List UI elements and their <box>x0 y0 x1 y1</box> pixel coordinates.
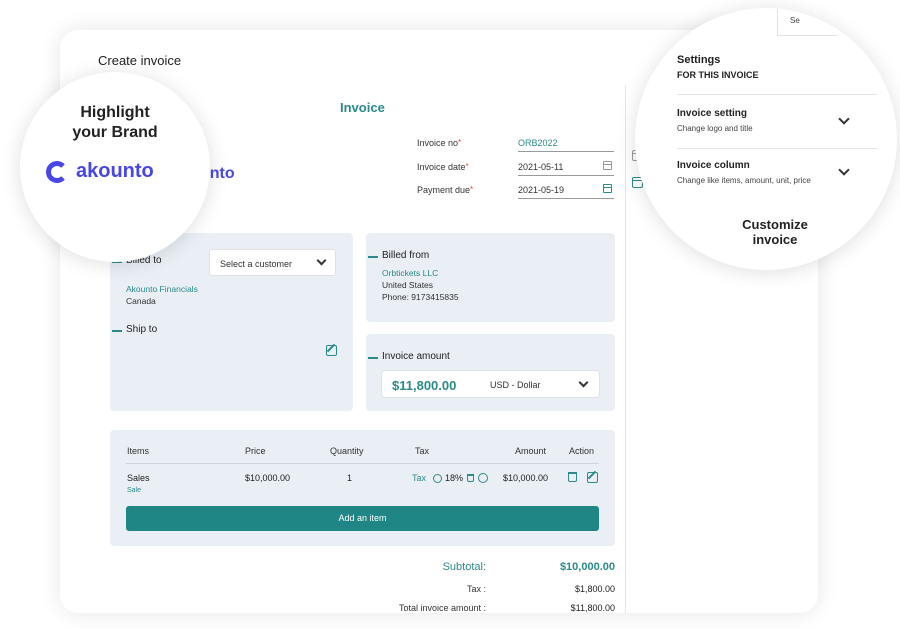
clock-icon <box>433 474 442 483</box>
brand-callout-line2: your Brand <box>72 124 158 141</box>
company-country: United States <box>382 280 434 290</box>
col-header-items: Items <box>127 446 150 456</box>
chevron-down-icon <box>578 377 589 388</box>
payment-due-label: Payment due* <box>417 185 474 195</box>
divider <box>677 148 877 149</box>
company-name[interactable]: Orbtickets LLC <box>382 267 438 279</box>
item-amount: $10,000.00 <box>503 473 549 483</box>
invoice-amount-label: Invoice amount <box>368 351 450 362</box>
payment-due-field[interactable]: 2021-05-19 <box>518 184 614 199</box>
calendar-icon[interactable] <box>603 161 612 170</box>
tax-total-value: $1,800.00 <box>574 584 615 594</box>
add-item-button[interactable]: Add an item <box>126 506 599 531</box>
delete-tax-icon[interactable] <box>467 474 474 482</box>
item-price[interactable]: $10,000.00 <box>245 473 290 483</box>
settings-subtitle: FOR THIS INVOICE <box>677 70 759 80</box>
col-header-quantity: Quantity <box>330 446 364 456</box>
customize-callout-line2: invoice <box>752 232 798 247</box>
edit-icon[interactable] <box>326 345 337 356</box>
chevron-down-icon[interactable] <box>838 113 850 125</box>
invoice-heading: Invoice <box>340 100 385 115</box>
customer-name[interactable]: Akounto Financials <box>126 283 198 295</box>
brand-callout-line1: Highlight <box>80 104 150 121</box>
invoice-no-field[interactable]: ORB2022 <box>518 138 614 152</box>
page-title: Create invoice <box>98 53 182 68</box>
customize-callout: Customize invoice <box>720 217 830 247</box>
col-header-action: Action <box>569 446 595 456</box>
invoice-setting-title: Invoice setting <box>677 108 748 119</box>
settings-tab[interactable]: Se <box>777 8 837 36</box>
total-amount-label: Total invoice amount : <box>398 603 486 613</box>
billed-from-panel: Billed from Orbtickets LLC United States… <box>366 233 615 322</box>
customize-callout-line1: Customize <box>742 217 808 232</box>
settings-callout: Se Settings FOR THIS INVOICE Invoice set… <box>635 8 897 270</box>
subtotal-value: $10,000.00 <box>559 561 615 573</box>
total-amount-value: $11,800.00 <box>570 603 615 613</box>
item-tax-label[interactable]: Tax <box>412 473 426 483</box>
currency-select[interactable]: $11,800.00 USD - Dollar <box>381 370 600 398</box>
item-sub: Sale <box>127 487 142 494</box>
item-tax-rate: 18% <box>445 473 464 483</box>
item-quantity[interactable]: 1 <box>347 473 352 483</box>
tax-total-label: Tax : <box>466 584 486 594</box>
item-name[interactable]: Sales <box>127 473 150 483</box>
invoice-column-desc: Change like items, amount, unit, price <box>677 176 811 185</box>
divider <box>126 463 599 464</box>
invoice-amount-value: $11,800.00 <box>392 378 457 393</box>
invoice-column-title: Invoice column <box>677 160 750 171</box>
currency-label: USD - Dollar <box>490 380 541 390</box>
company-phone: Phone: 9173415835 <box>382 292 459 302</box>
invoice-amount-panel: Invoice amount $11,800.00 USD - Dollar <box>366 334 615 411</box>
brand-logo: akounto <box>46 160 154 183</box>
col-header-amount: Amount <box>515 446 547 456</box>
billed-to-panel: Billed to Select a customer Akounto Fina… <box>110 233 353 411</box>
chevron-down-icon <box>316 255 327 266</box>
edit-icon[interactable] <box>587 472 598 483</box>
trash-icon[interactable] <box>568 472 577 482</box>
brand-callout: Highlight your Brand akounto <box>20 72 210 262</box>
logo-mark-icon <box>46 160 68 183</box>
billed-from-label: Billed from <box>367 250 430 261</box>
subtotal-label: Subtotal: <box>442 561 486 573</box>
chevron-down-icon[interactable] <box>838 164 850 176</box>
settings-title: Settings <box>677 54 721 66</box>
invoice-date-label: Invoice date* <box>417 162 469 172</box>
ship-to-label: Ship to <box>111 324 158 335</box>
col-header-price: Price <box>245 446 266 456</box>
invoice-date-field[interactable]: 2021-05-11 <box>518 161 614 176</box>
customer-select[interactable]: Select a customer <box>209 249 336 276</box>
divider <box>677 94 877 95</box>
invoice-no-label: Invoice no* <box>417 138 462 148</box>
add-tax-icon[interactable] <box>478 473 488 483</box>
calendar-icon[interactable] <box>603 184 612 193</box>
logo-text: akounto <box>76 160 154 182</box>
col-header-tax: Tax <box>415 446 430 456</box>
divider <box>625 85 626 613</box>
customer-country: Canada <box>126 296 156 306</box>
invoice-setting-desc: Change logo and title <box>677 124 753 133</box>
